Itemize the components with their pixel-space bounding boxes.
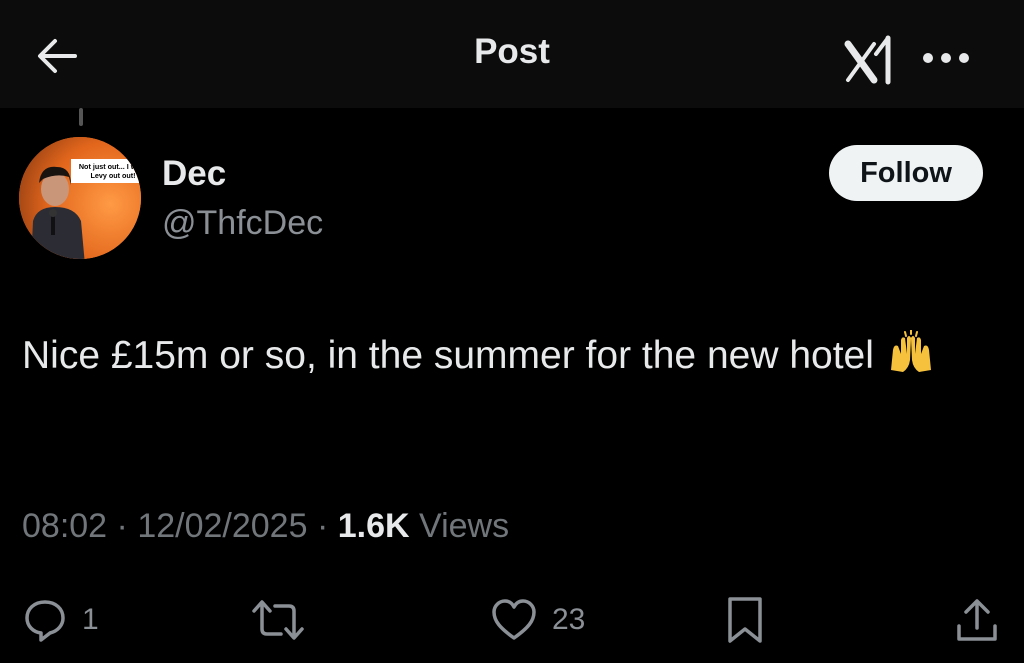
avatar-sign: Not just out... I want Levy out out!: [71, 159, 141, 183]
tweet-time[interactable]: 08:02: [22, 507, 107, 545]
x-logo-icon: [840, 34, 904, 86]
follow-button[interactable]: Follow: [829, 145, 983, 201]
reply-button[interactable]: 1: [22, 588, 99, 652]
views-label[interactable]: Views: [419, 507, 509, 545]
avatar[interactable]: Not just out... I want Levy out out!: [19, 137, 141, 259]
more-horizontal-icon: [923, 53, 969, 63]
author-name[interactable]: Dec: [162, 154, 226, 194]
views-count[interactable]: 1.6K: [338, 507, 410, 545]
more-options-button[interactable]: [918, 38, 974, 78]
top-bar: Post: [0, 0, 1024, 108]
likes-count: 23: [552, 603, 586, 636]
heart-icon: [492, 599, 536, 640]
reply-icon: [25, 600, 65, 642]
author-handle[interactable]: @ThfcDec: [162, 204, 323, 243]
meta-separator: ·: [116, 507, 128, 545]
action-bar: 1 23: [0, 588, 1024, 652]
bookmark-button[interactable]: [724, 588, 766, 652]
bookmark-icon: [728, 597, 762, 643]
like-button[interactable]: 23: [490, 588, 585, 652]
repost-button[interactable]: [250, 588, 306, 652]
share-icon: [957, 599, 997, 641]
thread-connector: [79, 108, 83, 126]
tweet-date[interactable]: 12/02/2025: [137, 507, 307, 545]
tweet-meta: 08:02 · 12/02/2025 · 1.6K Views: [22, 507, 509, 546]
repost-icon: [252, 600, 304, 640]
tweet-body: Nice £15m or so, in the summer for the n…: [22, 328, 982, 384]
meta-separator: ·: [316, 507, 329, 545]
share-button[interactable]: [954, 588, 1000, 652]
raising-hands-emoji: [890, 330, 931, 372]
tweet-text: Nice £15m or so, in the summer for the n…: [22, 334, 874, 377]
reply-count: 1: [82, 603, 99, 636]
